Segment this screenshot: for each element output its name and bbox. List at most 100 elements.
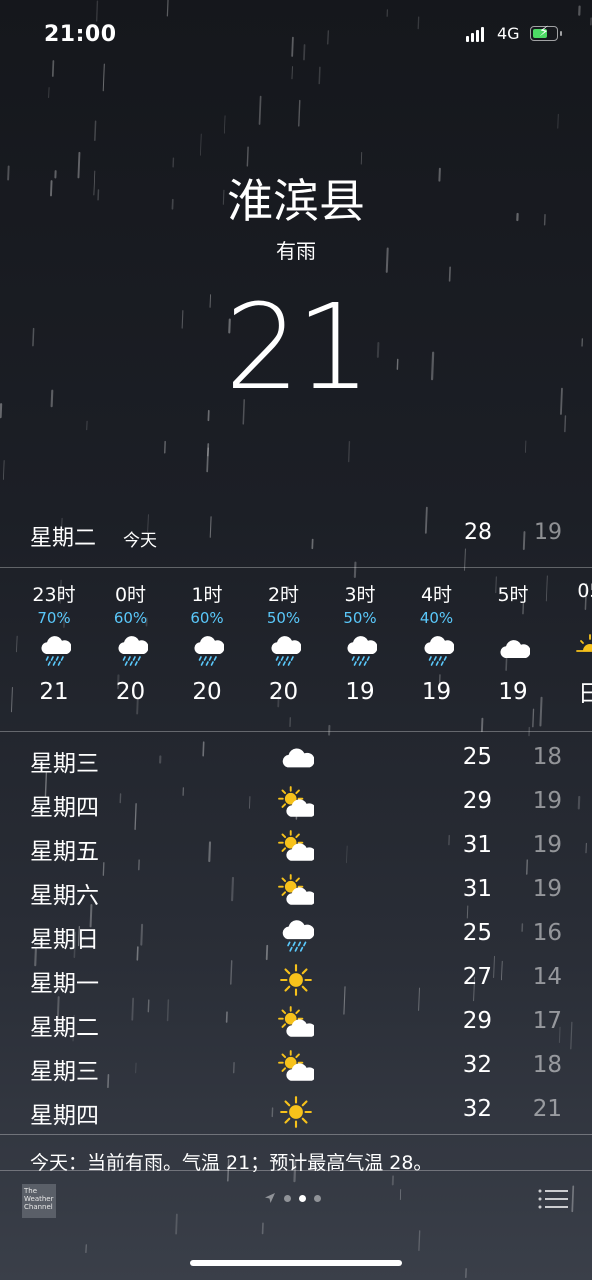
rain-streak: [258, 95, 262, 125]
hour-label: 5时: [497, 584, 529, 606]
city-name: 淮滨县: [227, 174, 365, 228]
weather-summary: 今天：当前有雨。气温 21；预计最高气温 28。: [30, 1152, 562, 1172]
daily-low: 14: [532, 964, 562, 990]
daily-low: 19: [532, 788, 562, 814]
hour-temperature: 日: [578, 681, 592, 707]
daily-icon: [276, 962, 316, 998]
hour-icon: [555, 624, 592, 668]
rain-streak: [298, 99, 301, 127]
rain-streak: [223, 115, 226, 134]
page-dot-active[interactable]: [299, 1194, 306, 1202]
current-condition: 有雨: [276, 239, 316, 263]
page-indicator[interactable]: [264, 1192, 321, 1204]
daily-icon: [276, 1094, 316, 1130]
hour-icon: [478, 629, 548, 673]
hourly-forecast[interactable]: 23时 70% 21 0时 60% 20 1时 60% 20 2时 50% 20 3时 50% 19 4时 40…: [0, 570, 592, 730]
today-high: 28: [464, 520, 492, 545]
hourly-item: 3时 50% 19: [325, 580, 395, 705]
cloud-rain-icon: [117, 636, 148, 666]
daily-row: 星期二 29 17: [30, 1002, 562, 1046]
hour-temperature: 20: [268, 679, 299, 705]
cloud-icon: [282, 748, 314, 768]
hour-icon: [249, 629, 319, 673]
daily-high: 25: [462, 920, 492, 946]
hour-temperature: 21: [39, 679, 69, 705]
today-low: 19: [534, 520, 562, 545]
battery-icon: ⚡: [530, 25, 562, 41]
partly-cloudy-icon: [278, 830, 314, 861]
signal-icon: [466, 26, 484, 42]
status-time: 21:00: [44, 22, 117, 47]
daily-day: 星期五: [30, 839, 99, 865]
precip-chance: 40%: [419, 609, 454, 627]
daily-high: 25: [462, 744, 492, 770]
daily-low: 18: [532, 744, 562, 770]
partly-cloudy-icon: [278, 874, 314, 905]
precip-chance: 50%: [266, 609, 301, 627]
daily-high: 29: [462, 788, 492, 814]
sunrise-icon: [575, 634, 592, 652]
cloud-rain-icon: [194, 636, 224, 666]
precip-chance: 60%: [113, 609, 148, 627]
location-header: 淮滨县 有雨: [0, 165, 592, 264]
hour-label: 4时: [420, 584, 453, 606]
daily-low: 16: [532, 920, 562, 946]
hour-temperature: 20: [115, 679, 146, 705]
hourly-item: 4时 40% 19: [402, 580, 472, 705]
hour-temperature: 19: [421, 679, 452, 705]
daily-day: 星期六: [30, 883, 99, 909]
hour-temperature: 20: [192, 679, 222, 705]
daily-low: 18: [532, 1052, 562, 1078]
daily-day: 星期四: [30, 1103, 99, 1129]
status-bar: 21:00 4G ⚡: [0, 0, 592, 70]
hourly-item: 05 日: [555, 580, 592, 708]
hour-icon: [325, 629, 395, 673]
daily-row: 星期四 29 19: [30, 782, 562, 826]
current-temperature: 21: [224, 278, 371, 416]
cloud-rain-icon: [270, 636, 301, 666]
daily-forecast: 星期三 25 18 星期四 29 19 星期五 31 19 星期六 31 19 星期日 25 16 星期一 27…: [30, 738, 562, 1134]
page-dot[interactable]: [314, 1194, 321, 1202]
hour-label: 05: [577, 580, 592, 602]
hour-icon: [96, 629, 166, 673]
hour-label: 3时: [344, 584, 376, 606]
daily-row: 星期一 27 14: [30, 958, 562, 1002]
page-dot[interactable]: [284, 1194, 291, 1202]
daily-day: 星期日: [30, 927, 99, 953]
daily-high: 27: [462, 964, 492, 990]
city-list-icon[interactable]: [538, 1188, 568, 1210]
precip-chance: 50%: [343, 609, 377, 627]
cloud-icon: [500, 640, 530, 658]
daily-high: 32: [462, 1052, 492, 1078]
precip-chance: 60%: [190, 609, 224, 627]
hour-label: 2时: [267, 584, 300, 606]
hour-label: 1时: [191, 584, 223, 606]
partly-cloudy-icon: [278, 786, 314, 817]
sun-icon: [280, 1096, 312, 1128]
hour-icon: [402, 629, 472, 673]
rain-streak: [557, 113, 559, 129]
hour-icon: [19, 629, 89, 673]
weather-channel-logo[interactable]: The Weather Channel: [22, 1184, 56, 1218]
hourly-item: 0时 60% 20: [96, 580, 166, 705]
daily-row: 星期三 32 18: [30, 1046, 562, 1090]
sun-icon: [280, 964, 312, 996]
cloud-rain-icon: [41, 636, 71, 666]
daily-day: 星期四: [30, 795, 99, 821]
daily-icon: [276, 1050, 316, 1086]
daily-icon: [276, 874, 316, 910]
rain-streak: [206, 443, 210, 473]
daily-icon: [276, 742, 316, 778]
daily-low: 19: [532, 876, 562, 902]
daily-day: 星期二: [30, 1015, 99, 1041]
daily-day: 星期三: [30, 751, 99, 777]
rain-streak: [347, 440, 351, 463]
daily-high: 31: [462, 832, 492, 858]
divider: [0, 731, 592, 732]
home-indicator[interactable]: [190, 1260, 402, 1266]
hourly-item: 2时 50% 20: [249, 580, 319, 705]
hour-temperature: 19: [498, 679, 528, 705]
precip-chance: [478, 609, 548, 629]
hour-icon: [172, 629, 242, 673]
precip-chance: 70%: [37, 609, 71, 627]
